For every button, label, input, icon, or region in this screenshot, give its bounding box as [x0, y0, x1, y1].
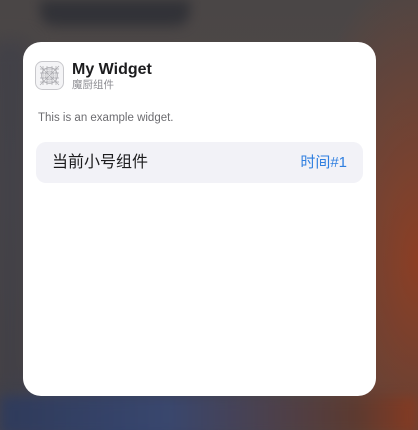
- widget-description: This is an example widget.: [38, 112, 174, 124]
- blurred-dock: [0, 396, 418, 430]
- widget-subtitle: 魔厨组件: [72, 79, 114, 91]
- widget-title: My Widget: [72, 61, 152, 78]
- row-value[interactable]: 时间#1: [300, 153, 347, 172]
- row-label: 当前小号组件: [52, 154, 149, 171]
- grid-widget-icon: [35, 61, 64, 90]
- current-widget-size-row[interactable]: 当前小号组件 时间#1: [36, 142, 363, 183]
- blurred-top-element: [40, 0, 190, 26]
- widget-config-card: My Widget 魔厨组件 This is an example widget…: [23, 42, 376, 396]
